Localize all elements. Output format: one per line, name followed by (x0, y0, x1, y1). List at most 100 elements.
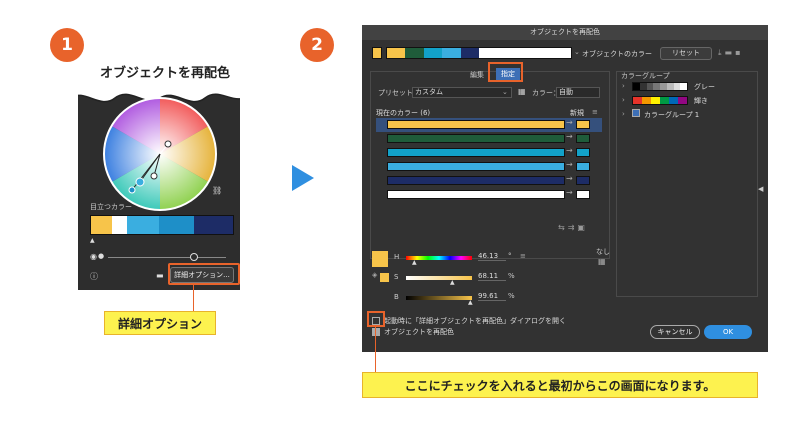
b-value[interactable]: 99.61 (478, 292, 506, 301)
color-group-bright[interactable]: › 輝き (620, 94, 756, 108)
bright-swatches (632, 96, 688, 105)
group-folder-icon (632, 109, 640, 117)
small-color-swatch[interactable] (380, 273, 389, 282)
color-group-gray[interactable]: › グレー (620, 80, 756, 94)
open-on-launch-label: 起動時に「詳細オブジェクトを再配色」ダイアログを開く (384, 317, 566, 325)
new-color-swatch[interactable] (576, 148, 590, 157)
info-icon[interactable]: ⓘ (90, 271, 98, 282)
folder-icon[interactable]: ▬ (156, 271, 164, 280)
prominent-swatch[interactable] (111, 216, 127, 234)
arrow-right-icon[interactable]: → (566, 132, 573, 141)
color-map-row[interactable]: → (376, 188, 602, 202)
color-map-row[interactable]: → (376, 160, 602, 174)
current-color-bar[interactable] (387, 134, 565, 143)
highlight-assign-tab (488, 62, 523, 82)
current-colors-label: 現在のカラー (6) (376, 109, 431, 117)
color-map-list: → → → → → → (376, 118, 602, 202)
arrow-right-icon[interactable]: → (566, 118, 573, 127)
color-mode-icon[interactable]: ◉ (90, 252, 97, 261)
color-count-slider[interactable] (108, 257, 226, 258)
b-slider[interactable] (406, 296, 472, 300)
current-color-bar[interactable] (387, 148, 565, 157)
step-number-1: 1 (50, 28, 84, 62)
arrow-right-icon (292, 165, 314, 191)
colors-select[interactable]: 自動 (556, 87, 600, 98)
hsb-menu-icon[interactable]: ≡ (520, 252, 526, 260)
tab-edit[interactable]: 編集 (470, 70, 484, 80)
color-groups-panel: カラーグループ › グレー › 輝き › カラーグループ 1 (616, 71, 758, 297)
table-icon[interactable]: ▦ (518, 87, 526, 96)
gray-swatches (632, 82, 688, 91)
s-unit: % (508, 272, 515, 280)
link-icon[interactable]: ⛓ (212, 186, 222, 195)
preset-chevron-icon: ⌄ (502, 88, 508, 96)
map-tools-icons[interactable]: ⇆⇉▣ (558, 223, 588, 232)
chevron-right-icon[interactable]: › (622, 82, 625, 90)
grid-icon[interactable]: ▦ (598, 257, 606, 266)
none-label: なし (596, 248, 610, 256)
cancel-button[interactable]: キャンセル (650, 325, 700, 339)
recolor-art-checkbox[interactable] (372, 328, 380, 336)
new-label: 新規 (570, 109, 584, 117)
arrow-right-icon[interactable]: → (566, 188, 573, 197)
current-colors-header: 現在のカラー (6) 新規 ≡ (376, 108, 604, 118)
edit-color-swatch[interactable] (372, 251, 388, 267)
arrow-right-icon[interactable]: → (566, 174, 573, 183)
arrow-right-icon[interactable]: → (566, 160, 573, 169)
prominent-swatch[interactable] (126, 216, 159, 234)
s-knob-icon[interactable]: ▲ (450, 279, 455, 286)
b-knob-icon[interactable]: ▲ (468, 299, 473, 306)
step-number-2: 2 (300, 28, 334, 62)
slider-marker-icon: ▲ (90, 237, 95, 244)
h-knob-icon[interactable]: ▲ (412, 259, 417, 266)
color-group-1[interactable]: › カラーグループ 1 (620, 108, 756, 122)
color-wheel[interactable] (102, 96, 218, 212)
h-value[interactable]: 46.13 (478, 252, 506, 261)
prominent-swatch[interactable] (91, 216, 112, 234)
current-color-bar[interactable] (387, 190, 565, 199)
prominent-swatch[interactable] (194, 216, 233, 234)
color-map-row[interactable]: → (376, 146, 602, 160)
harmony-color-bar[interactable] (386, 47, 572, 59)
new-color-swatch[interactable] (576, 134, 590, 143)
current-color-bar[interactable] (387, 176, 565, 185)
preset-value: カスタム (415, 88, 443, 96)
chevron-left-icon[interactable]: ◀ (758, 185, 763, 193)
preset-row: プリセット： カスタム ⌄ ▦ カラー： 自動 (378, 87, 608, 99)
active-color-swatch[interactable] (372, 47, 382, 59)
new-color-swatch[interactable] (576, 190, 590, 199)
chevron-right-icon[interactable]: › (622, 96, 625, 104)
preset-select[interactable]: カスタム (412, 87, 512, 98)
chevron-down-icon[interactable]: ⌄ (574, 48, 580, 56)
cube-icon[interactable]: ◈ (372, 271, 377, 279)
new-color-swatch[interactable] (576, 162, 590, 171)
color-map-row[interactable]: → (376, 174, 602, 188)
menu-icon[interactable]: ≡ (592, 108, 598, 116)
current-color-bar[interactable] (387, 162, 565, 171)
current-color-bar[interactable] (387, 120, 565, 129)
dialog-toolbar: ⌄ オブジェクトのカラー リセット ⤓▬▪ (370, 47, 760, 61)
colors-value: 自動 (559, 88, 573, 96)
h-label: H (394, 253, 400, 261)
prominent-swatch-bar[interactable] (90, 215, 234, 235)
prominent-swatch[interactable] (158, 216, 195, 234)
color-map-row[interactable]: → (376, 132, 602, 146)
group-bright-label: 輝き (694, 97, 708, 105)
h-unit: ° (508, 252, 512, 260)
reset-button[interactable]: リセット (660, 47, 712, 60)
arrow-right-icon[interactable]: → (566, 146, 573, 155)
b-unit: % (508, 292, 515, 300)
recolor-art-label: オブジェクトを再配色 (384, 328, 454, 336)
color-map-row[interactable]: → (376, 118, 602, 132)
s-slider[interactable] (406, 276, 472, 280)
callout-connector (193, 285, 194, 311)
new-color-swatch[interactable] (576, 120, 590, 129)
new-color-swatch[interactable] (576, 176, 590, 185)
ok-button[interactable]: OK (704, 325, 752, 339)
recolor-panel: ⛓ 目立つカラー ▲ ◉ ● ⓘ ▬ 詳細オプション... (78, 92, 240, 290)
chevron-right-icon[interactable]: › (622, 110, 625, 118)
left-title: オブジェクトを再配色 (99, 66, 230, 81)
s-value[interactable]: 68.11 (478, 272, 506, 281)
slider-knob[interactable] (190, 253, 198, 261)
toolbar-icons[interactable]: ⤓▬▪ (718, 48, 744, 58)
